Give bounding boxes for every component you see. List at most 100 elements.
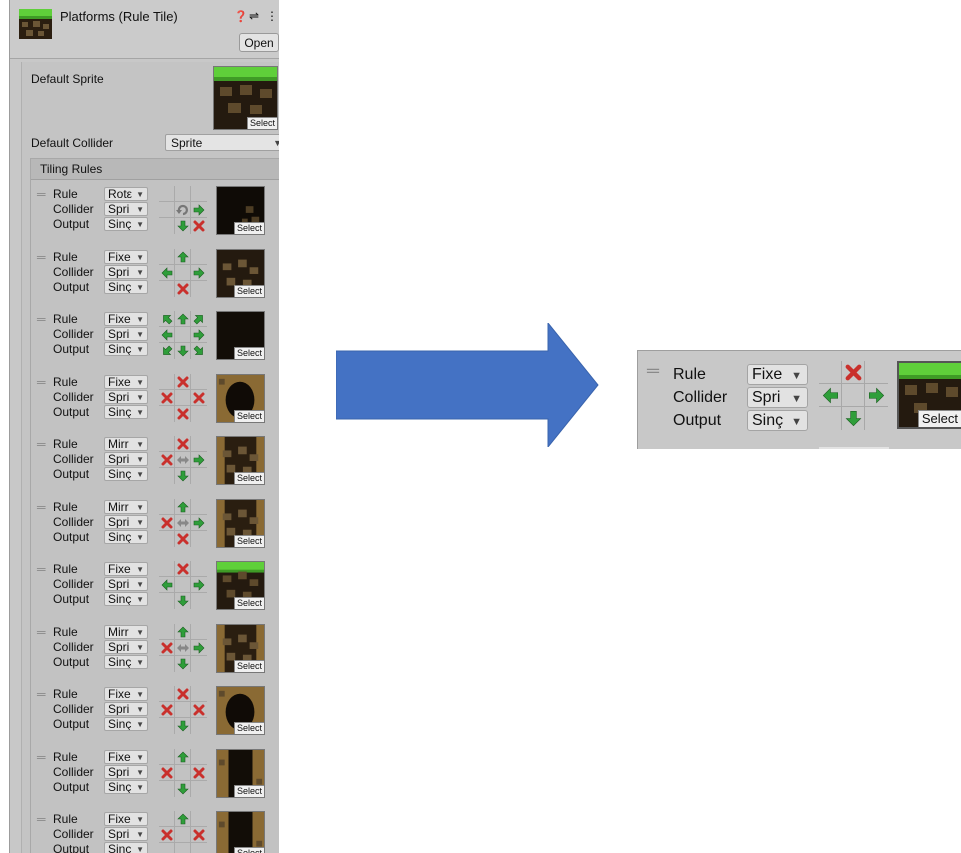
neighbor-cell[interactable] [191, 186, 207, 202]
drag-handle-icon[interactable]: ═ [37, 625, 46, 639]
neighbor-grid[interactable] [159, 186, 208, 235]
neighbor-cell[interactable] [175, 343, 191, 359]
neighbor-cell[interactable] [159, 218, 175, 234]
neighbor-cell[interactable] [191, 265, 207, 281]
neighbor-grid[interactable] [159, 311, 208, 360]
neighbor-cell[interactable] [175, 202, 191, 218]
neighbor-cell[interactable] [175, 327, 191, 343]
neighbor-cell[interactable] [175, 248, 191, 265]
neighbor-grid[interactable] [159, 686, 208, 735]
output-dropdown[interactable]: Sinç ▼ [104, 217, 148, 231]
neighbor-cell[interactable] [191, 343, 207, 359]
select-button[interactable]: Select [233, 284, 264, 297]
output-dropdown[interactable]: Sinç ▼ [104, 779, 148, 794]
neighbor-cell[interactable] [191, 452, 207, 468]
collider-dropdown[interactable]: Spri ▼ [104, 389, 148, 404]
neighbor-cell[interactable] [191, 656, 207, 672]
output-dropdown[interactable]: Sinç ▼ [104, 342, 148, 356]
neighbor-cell[interactable] [175, 389, 191, 406]
output-dropdown[interactable]: Sinç ▼ [104, 279, 148, 294]
neighbor-cell[interactable] [159, 843, 175, 853]
neighbor-cell[interactable] [175, 530, 191, 547]
neighbor-cell[interactable] [175, 780, 191, 797]
drag-handle-icon[interactable]: ═ [37, 250, 46, 264]
neighbor-cell[interactable] [159, 405, 175, 422]
output-dropdown[interactable]: Sinç ▼ [104, 529, 148, 544]
collider-dropdown[interactable]: Spri ▼ [104, 264, 148, 279]
neighbor-cell[interactable] [175, 843, 191, 853]
neighbor-cell[interactable] [159, 811, 175, 827]
output-dropdown[interactable]: Sinç ▼ [104, 842, 148, 853]
neighbor-cell[interactable] [175, 702, 191, 718]
neighbor-cell[interactable] [159, 343, 175, 359]
neighbor-grid[interactable] [819, 361, 889, 430]
select-button[interactable]: Select [246, 117, 277, 129]
collider-dropdown[interactable]: Spri ▼ [104, 577, 148, 591]
neighbor-cell[interactable] [865, 361, 888, 384]
select-button[interactable]: Select [233, 847, 264, 853]
rule-dropdown[interactable]: Fixe ▼ [104, 562, 148, 576]
select-button[interactable]: Select [233, 597, 264, 609]
drag-handle-icon[interactable]: ═ [37, 187, 46, 201]
neighbor-cell[interactable] [191, 249, 207, 265]
neighbor-cell[interactable] [159, 264, 175, 281]
neighbor-cell[interactable] [175, 436, 191, 452]
neighbor-cell[interactable] [191, 781, 207, 797]
neighbor-cell[interactable] [191, 281, 207, 297]
rule-sprite-field[interactable]: Select [216, 373, 265, 423]
neighbor-cell[interactable] [175, 452, 191, 468]
neighbor-cell[interactable] [159, 702, 175, 718]
neighbor-cell[interactable] [175, 593, 191, 609]
neighbor-cell[interactable] [159, 748, 175, 765]
neighbor-cell[interactable] [159, 623, 175, 640]
neighbor-cell[interactable] [191, 640, 207, 656]
neighbor-cell[interactable] [175, 748, 191, 765]
rule-sprite-field[interactable]: Select [216, 311, 265, 360]
output-dropdown[interactable]: Sinç ▼ [104, 592, 148, 606]
help-icon[interactable]: ❓ [234, 10, 248, 23]
rule-sprite-field[interactable]: Select [216, 186, 265, 235]
rule-dropdown[interactable]: Rotε ▼ [104, 187, 148, 201]
neighbor-cell[interactable] [159, 718, 175, 734]
neighbor-cell[interactable] [159, 436, 175, 452]
neighbor-cell[interactable] [159, 686, 175, 702]
output-dropdown[interactable]: Sinç ▼ [747, 410, 808, 431]
neighbor-cell[interactable] [159, 593, 175, 609]
open-button[interactable]: Open [239, 33, 279, 52]
neighbor-cell[interactable] [842, 407, 865, 430]
neighbor-cell[interactable] [175, 764, 191, 781]
rule-sprite-field[interactable]: Select [897, 361, 961, 429]
rule-dropdown[interactable]: Fixe ▼ [747, 364, 808, 385]
collider-dropdown[interactable]: Spri ▼ [104, 827, 148, 841]
rule-dropdown[interactable]: Mirr ▼ [104, 499, 148, 514]
default-collider-dropdown[interactable]: Sprite ▼ [165, 134, 279, 151]
neighbor-cell[interactable] [175, 827, 191, 843]
neighbor-cell[interactable] [159, 655, 175, 672]
neighbor-cell[interactable] [159, 389, 175, 406]
default-sprite-field[interactable]: Select [213, 66, 278, 130]
output-dropdown[interactable]: Sinç ▼ [104, 467, 148, 481]
select-button[interactable]: Select [233, 722, 264, 734]
neighbor-cell[interactable] [159, 498, 175, 515]
drag-handle-icon[interactable]: ═ [37, 312, 46, 326]
neighbor-cell[interactable] [191, 686, 207, 702]
neighbor-cell[interactable] [175, 639, 191, 656]
neighbor-cell[interactable] [159, 780, 175, 797]
neighbor-cell[interactable] [159, 561, 175, 577]
neighbor-cell[interactable] [159, 452, 175, 468]
neighbor-grid[interactable] [159, 561, 208, 610]
neighbor-cell[interactable] [191, 811, 207, 827]
rule-sprite-field[interactable]: Select [216, 561, 265, 610]
select-button[interactable]: Select [233, 472, 264, 484]
rule-dropdown[interactable]: Fixe ▼ [104, 687, 148, 701]
neighbor-cell[interactable] [191, 624, 207, 640]
rule-dropdown[interactable]: Fixe ▼ [104, 749, 148, 764]
neighbor-grid[interactable] [159, 248, 208, 298]
drag-handle-icon[interactable]: ═ [37, 687, 46, 701]
neighbor-cell[interactable] [159, 202, 175, 218]
output-dropdown[interactable]: Sinç ▼ [104, 717, 148, 731]
neighbor-cell[interactable] [175, 514, 191, 531]
neighbor-cell[interactable] [175, 264, 191, 281]
neighbor-cell[interactable] [865, 384, 888, 407]
collider-dropdown[interactable]: Spri ▼ [104, 514, 148, 529]
